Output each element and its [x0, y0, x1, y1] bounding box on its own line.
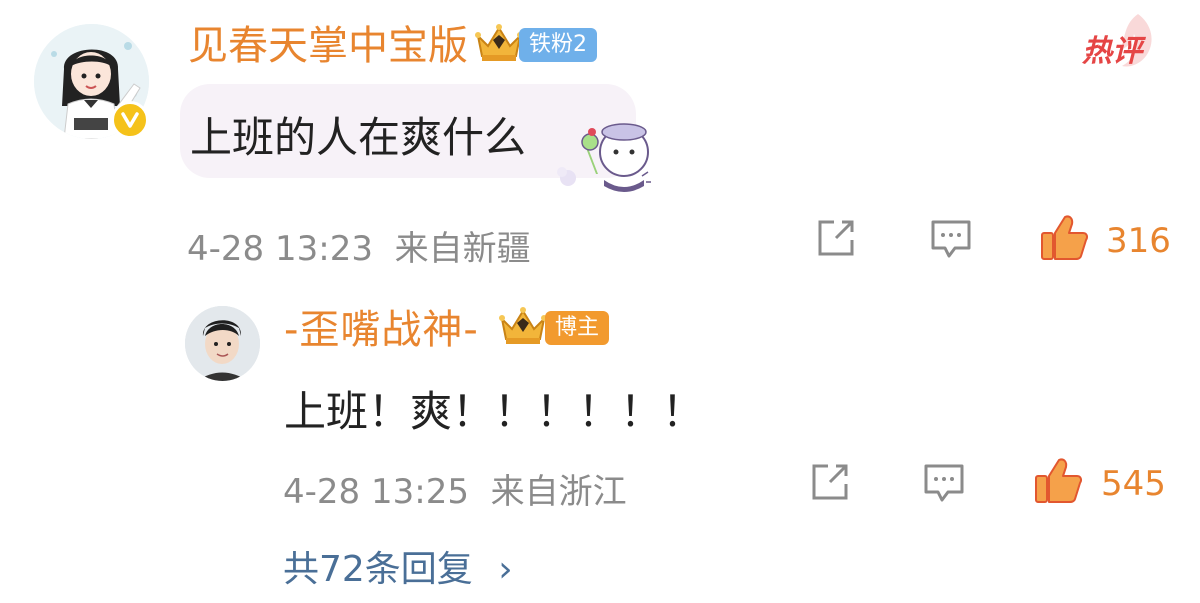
man-avatar-icon [185, 306, 260, 381]
more-replies-label: 共72条回复 [283, 549, 473, 590]
commenter-username[interactable]: 见春天掌中宝版 [188, 26, 468, 66]
more-replies-link[interactable]: 共72条回复 › [283, 540, 513, 592]
verified-badge-icon [111, 101, 149, 139]
share-icon[interactable] [808, 460, 852, 504]
comment-location: 来自新疆 [394, 229, 531, 269]
reply-comment-icon[interactable] [922, 460, 966, 504]
reply-text: 上班！爽！！！！！！ [284, 387, 705, 436]
bubble-sticker-decoration-icon [557, 123, 651, 192]
chevron-right-icon: › [498, 549, 513, 590]
reply-comment-icon[interactable] [929, 216, 973, 260]
fan-level-badge: 铁粉2 [519, 28, 597, 62]
replier-avatar[interactable] [185, 306, 260, 381]
hot-comment-label: 热评 [1082, 34, 1142, 69]
share-icon[interactable] [814, 216, 858, 260]
comment-time: 4-28 13:23 [187, 229, 373, 269]
comment-text: 上班的人在爽什么 [190, 113, 527, 162]
replier-username[interactable]: -歪嘴战神- [284, 310, 479, 350]
like-thumb-icon[interactable] [1033, 456, 1083, 504]
comment-like-count: 316 [1106, 221, 1171, 261]
blogger-badge: 博主 [545, 311, 610, 345]
reply-meta: 4-28 13:25 来自浙江 [283, 464, 627, 513]
reply-location: 来自浙江 [490, 472, 627, 512]
reply-like-count: 545 [1101, 464, 1166, 504]
crown-blogger-icon [499, 307, 547, 344]
crown-fan-icon [475, 24, 523, 61]
comment-meta: 4-28 13:23 来自新疆 [187, 221, 531, 270]
like-thumb-icon[interactable] [1039, 213, 1089, 261]
reply-time: 4-28 13:25 [283, 472, 469, 512]
